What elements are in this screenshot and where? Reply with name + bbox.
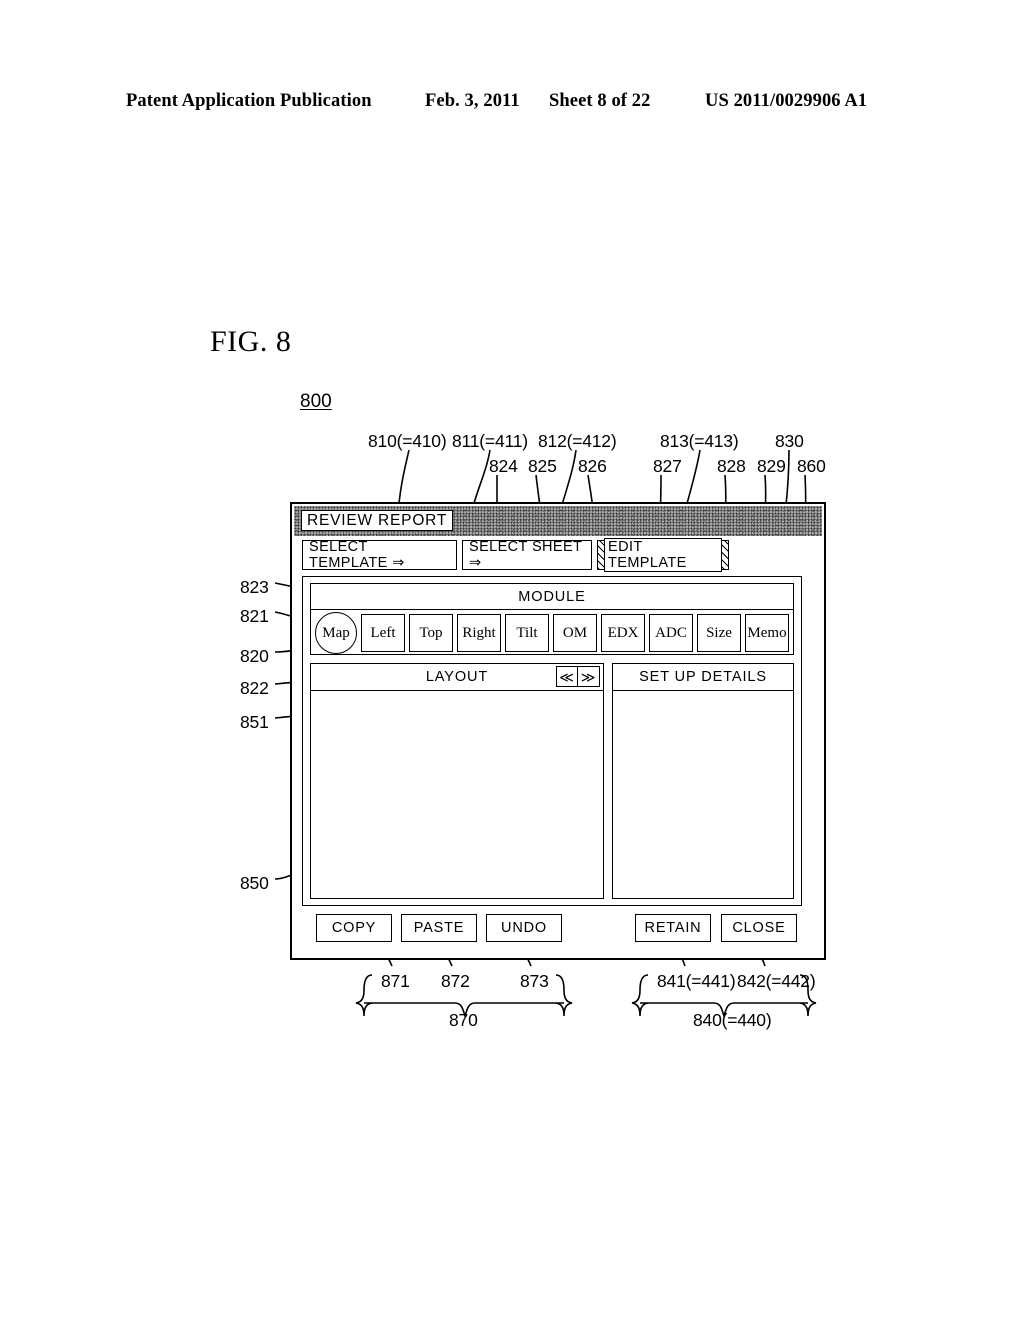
module-button-adc[interactable]: ADC: [649, 614, 693, 652]
ref-label-813: 813(=413): [660, 431, 739, 451]
retain-button[interactable]: RETAIN: [635, 914, 711, 942]
publication-date: Feb. 3, 2011: [425, 90, 520, 111]
setup-details-body[interactable]: [613, 691, 793, 896]
ref-label-811: 811(=411): [452, 431, 528, 451]
tab-select-sheet[interactable]: SELECT SHEET ⇒: [462, 539, 592, 571]
ref-label-841: 841(=441): [657, 971, 736, 991]
module-button-row: Map Left Top Right Tilt OM EDX ADC Size …: [311, 610, 793, 656]
setup-details-title: SET UP DETAILS: [639, 669, 767, 685]
tab-select-template[interactable]: SELECT TEMPLATE ⇒: [302, 539, 457, 571]
layout-canvas[interactable]: [311, 691, 603, 896]
ref-label-822: 822: [240, 678, 269, 698]
module-button-memo[interactable]: Memo: [745, 614, 789, 652]
ref-label-829: 829: [757, 456, 786, 476]
module-button-top[interactable]: Top: [409, 614, 453, 652]
publication-label: Patent Application Publication: [126, 90, 372, 111]
ref-label-860: 860: [797, 456, 826, 476]
ref-label-873: 873: [520, 971, 549, 991]
module-button-tilt-label: Tilt: [516, 624, 538, 641]
ref-label-840: 840(=440): [693, 1010, 772, 1030]
action-bar: COPY PASTE UNDO RETAIN CLOSE: [302, 914, 802, 944]
review-report-window: REVIEW REPORT SELECT TEMPLATE ⇒ SELECT S…: [290, 502, 826, 960]
undo-button[interactable]: UNDO: [486, 914, 562, 942]
ref-label-872: 872: [441, 971, 470, 991]
ref-label-826: 826: [578, 456, 607, 476]
ref-label-823: 823: [240, 577, 269, 597]
patent-number: US 2011/0029906 A1: [705, 90, 868, 111]
editor-group-frame: MODULE Map Left Top Right Tilt OM EDX AD…: [302, 576, 802, 906]
module-button-edx-label: EDX: [607, 624, 639, 641]
layout-panel: LAYOUT ≪ ≫: [310, 663, 604, 899]
module-button-size[interactable]: Size: [697, 614, 741, 652]
tab-select-sheet-label: SELECT SHEET ⇒: [469, 539, 583, 571]
module-section: MODULE Map Left Top Right Tilt OM EDX AD…: [310, 583, 794, 655]
layout-panel-header: LAYOUT ≪ ≫: [311, 664, 603, 691]
tab-edit-template-label: EDIT TEMPLATE: [604, 538, 722, 572]
window-titlebar: REVIEW REPORT: [294, 506, 822, 536]
figure-label: FIG. 8: [210, 325, 292, 358]
ref-label-828: 828: [717, 456, 746, 476]
step-tab-row: SELECT TEMPLATE ⇒ SELECT SHEET ⇒ EDIT TE…: [302, 538, 729, 572]
copy-button[interactable]: COPY: [316, 914, 392, 942]
ref-label-825: 825: [528, 456, 557, 476]
module-button-om-label: OM: [562, 624, 588, 641]
ref-label-824: 824: [489, 456, 518, 476]
close-button[interactable]: CLOSE: [721, 914, 797, 942]
setup-details-header: SET UP DETAILS: [613, 664, 793, 691]
ref-label-842: 842(=442): [737, 971, 816, 991]
module-button-edx[interactable]: EDX: [601, 614, 645, 652]
ref-label-812: 812(=412): [538, 431, 617, 451]
ref-label-827: 827: [653, 456, 682, 476]
tab-edit-template[interactable]: EDIT TEMPLATE: [597, 538, 729, 572]
module-button-right[interactable]: Right: [457, 614, 501, 652]
tab-select-template-label: SELECT TEMPLATE ⇒: [309, 539, 405, 571]
module-button-left[interactable]: Left: [361, 614, 405, 652]
setup-details-panel: SET UP DETAILS: [612, 663, 794, 899]
window-title: REVIEW REPORT: [301, 510, 454, 531]
module-button-left-label: Left: [370, 624, 396, 641]
next-page-icon[interactable]: ≫: [578, 667, 599, 686]
prev-page-icon[interactable]: ≪: [557, 667, 578, 686]
module-button-memo-label: Memo: [747, 624, 787, 641]
module-button-right-label: Right: [462, 624, 496, 641]
ref-label-821: 821: [240, 606, 269, 626]
layout-panel-title: LAYOUT: [425, 669, 489, 685]
panels-row: LAYOUT ≪ ≫ SET UP DETAILS: [310, 663, 794, 899]
sheet-number: Sheet 8 of 22: [549, 90, 651, 111]
figure-ref-800: 800: [300, 391, 332, 412]
module-button-tilt[interactable]: Tilt: [505, 614, 549, 652]
module-header: MODULE: [311, 584, 793, 610]
ref-label-851: 851: [240, 712, 269, 732]
module-button-size-label: Size: [706, 624, 732, 641]
module-button-map-label: Map: [322, 624, 350, 641]
module-button-adc-label: ADC: [655, 624, 687, 641]
module-button-map[interactable]: Map: [315, 612, 357, 654]
ref-label-820: 820: [240, 646, 269, 666]
ref-label-871: 871: [381, 971, 410, 991]
patent-page-header: Patent Application Publication Feb. 3, 2…: [0, 88, 1024, 114]
paste-button[interactable]: PASTE: [401, 914, 477, 942]
ref-label-810: 810(=410): [368, 431, 447, 451]
module-button-om[interactable]: OM: [553, 614, 597, 652]
ref-label-870: 870: [449, 1010, 478, 1030]
module-button-top-label: Top: [419, 624, 443, 641]
ref-label-850: 850: [240, 873, 269, 893]
window-body: SELECT TEMPLATE ⇒ SELECT SHEET ⇒ EDIT TE…: [302, 538, 814, 950]
layout-nav-group: ≪ ≫: [556, 666, 600, 687]
ref-label-830: 830: [775, 431, 804, 451]
